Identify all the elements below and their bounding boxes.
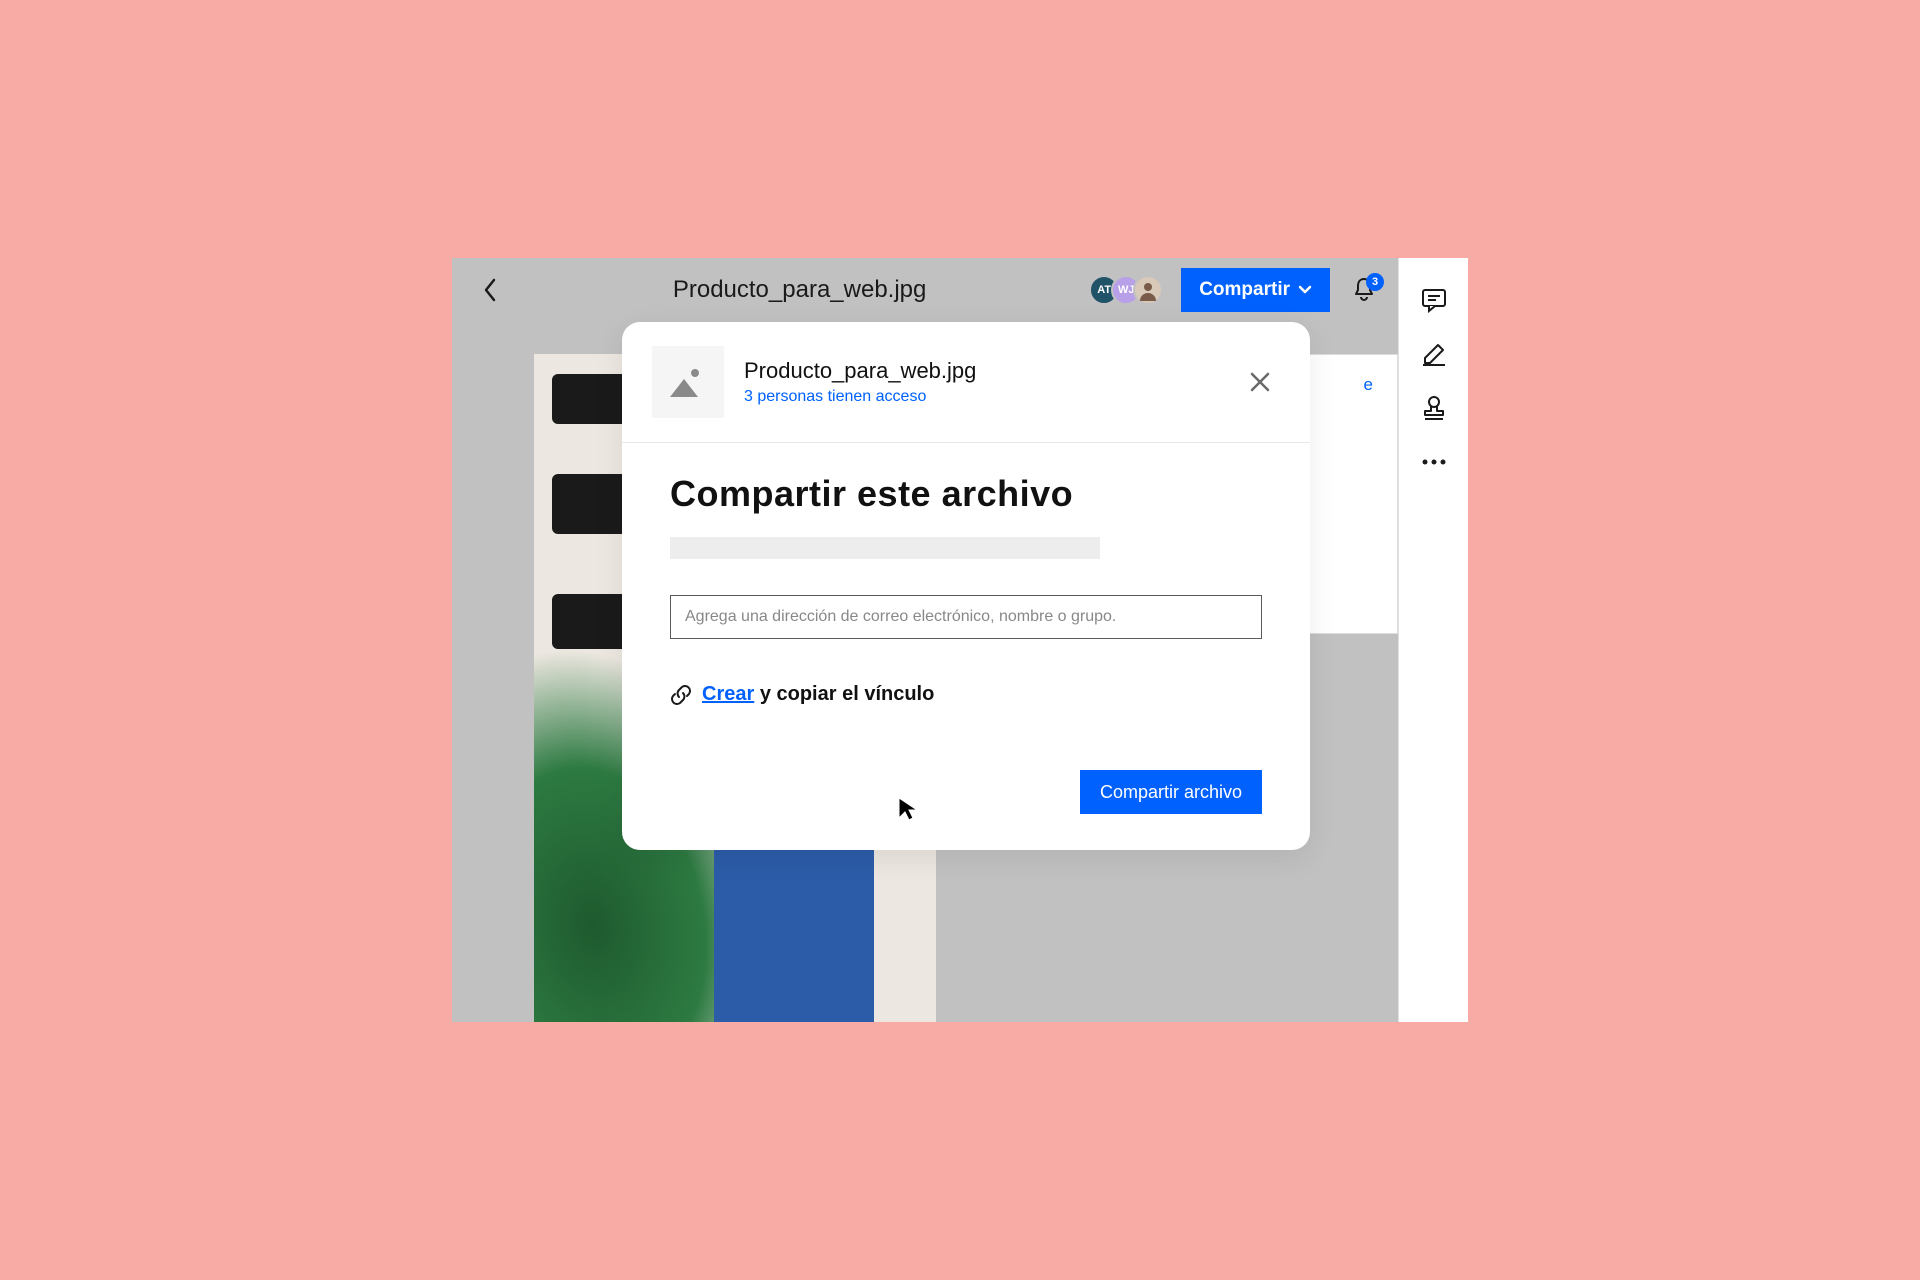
share-heading: Compartir este archivo [670,473,1262,515]
notifications-button[interactable]: 3 [1348,277,1380,303]
more-horizontal-icon [1421,458,1447,466]
share-button-label: Compartir [1199,279,1290,301]
app-window: e Producto_para_web.jpg AT WJ Compartir [452,258,1468,1022]
side-panel-fragment: e [1364,375,1373,395]
topbar: Producto_para_web.jpg AT WJ Compartir 3 [452,258,1398,322]
share-file-button[interactable]: Compartir archivo [1080,770,1262,814]
link-icon [670,684,692,706]
close-button[interactable] [1240,362,1280,402]
chevron-down-icon [1298,285,1312,295]
stamp-icon [1421,395,1447,421]
close-icon [1249,371,1271,393]
comment-icon [1421,287,1447,313]
access-link[interactable]: 3 personas tienen acceso [744,388,926,406]
avatar-group[interactable]: AT WJ [1089,275,1163,305]
comment-button[interactable] [1418,284,1450,316]
avatar[interactable] [1133,275,1163,305]
create-link-row: Crear y copiar el vínculo [670,683,1262,706]
more-button[interactable] [1418,446,1450,478]
image-icon [668,365,708,399]
pencil-icon [1421,341,1447,367]
right-rail [1398,258,1468,1022]
file-thumbnail [652,346,724,418]
cursor-icon [897,796,919,822]
copy-link-suffix: y copiar el vínculo [754,683,934,705]
share-modal: Producto_para_web.jpg 3 personas tienen … [622,322,1310,850]
placeholder-bar [670,537,1100,559]
modal-file-name: Producto_para_web.jpg [744,358,976,384]
back-button[interactable] [470,278,510,302]
stamp-button[interactable] [1418,392,1450,424]
file-title: Producto_para_web.jpg [673,276,927,303]
modal-header: Producto_para_web.jpg 3 personas tienen … [622,322,1310,443]
create-link[interactable]: Crear [702,683,754,705]
share-button[interactable]: Compartir [1181,268,1330,312]
notification-count-badge: 3 [1366,273,1384,291]
edit-button[interactable] [1418,338,1450,370]
email-input[interactable] [670,595,1262,639]
chevron-left-icon [483,278,497,302]
